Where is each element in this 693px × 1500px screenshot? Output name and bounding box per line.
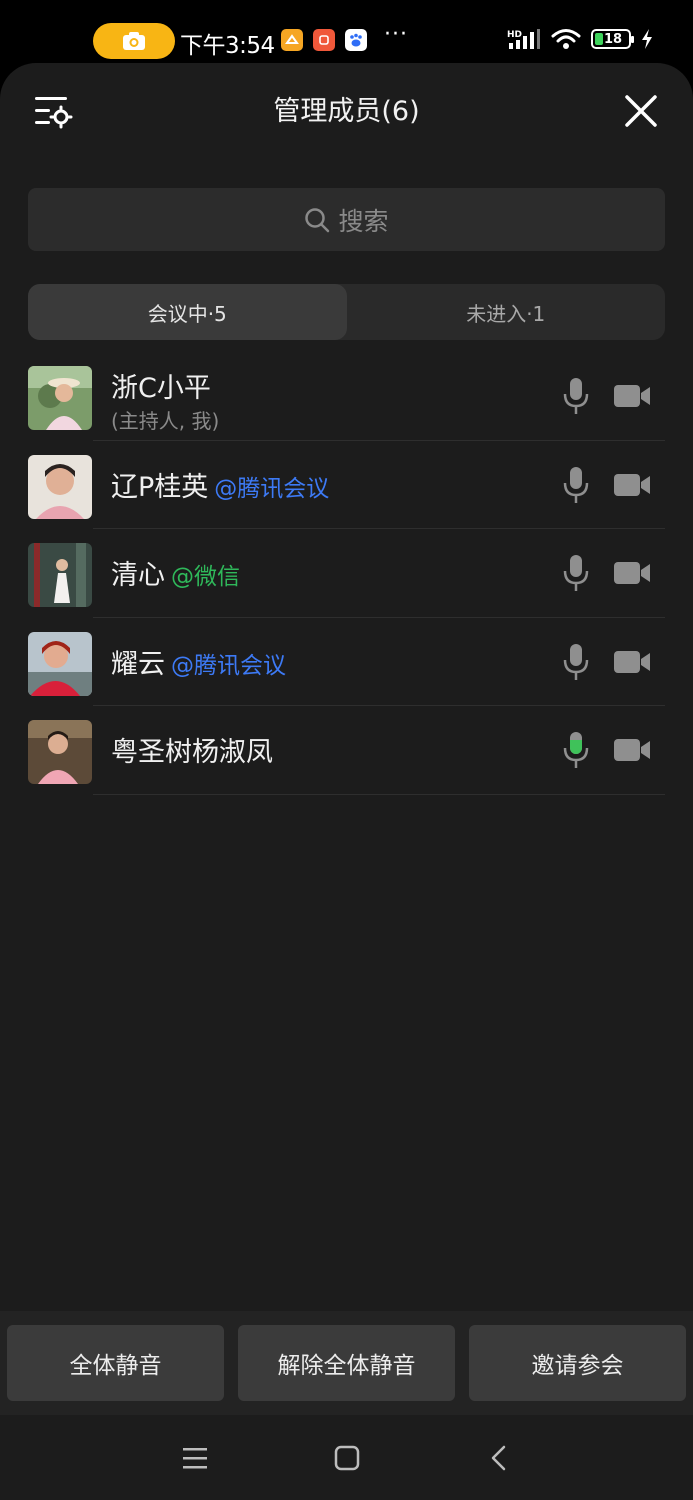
member-name: 清心 [111, 560, 165, 591]
mic-active-icon[interactable] [563, 730, 589, 770]
app-red-icon [313, 29, 335, 51]
avatar [28, 631, 92, 696]
avatar [28, 720, 92, 784]
mic-muted-icon[interactable] [563, 465, 589, 505]
app-orange-icon [281, 29, 303, 51]
search-input[interactable]: 搜索 [28, 188, 665, 251]
clock: 下午3:54 [180, 33, 275, 59]
sheet-header: 管理成员(6) [0, 63, 693, 163]
member-tabs: 会议中·5 未进入·1 [28, 284, 665, 340]
member-name: 粤圣树杨淑凤 [111, 737, 273, 768]
more-notifications-indicator: ··· [384, 22, 408, 47]
action-bar: 全体静音 解除全体静音 邀请参会 [0, 1311, 693, 1415]
search-icon [305, 207, 330, 232]
member-name: 辽P桂英 [111, 471, 209, 503]
list-item[interactable]: 粤圣树杨淑凤 [0, 706, 693, 795]
mute-all-button[interactable]: 全体静音 [7, 1325, 224, 1401]
invite-button[interactable]: 邀请参会 [469, 1325, 686, 1401]
member-name-line: 清心 @微信 [111, 553, 240, 592]
list-item[interactable]: 清心 @微信 [0, 529, 693, 618]
camera-off-icon[interactable] [613, 649, 651, 675]
camera-off-icon[interactable] [613, 472, 651, 498]
back-icon[interactable] [484, 1443, 514, 1473]
manage-members-sheet: 管理成员(6) 搜索 会议中·5 未进入·1 浙C小平 (主持人, 我) 辽P桂… [0, 63, 693, 1500]
menu-icon[interactable] [180, 1443, 210, 1473]
camera-off-icon[interactable] [613, 383, 651, 409]
camera-off-icon[interactable] [613, 560, 651, 586]
member-source: @腾讯会议 [171, 652, 286, 679]
camera-off-icon[interactable] [613, 737, 651, 763]
baidu-icon [345, 29, 367, 51]
status-indicators: HD 18 [507, 28, 653, 50]
wifi-icon [551, 29, 581, 49]
tab-in-meeting[interactable]: 会议中·5 [28, 284, 347, 340]
page-title: 管理成员(6) [273, 96, 420, 127]
member-source: @腾讯会议 [214, 475, 330, 502]
member-name: 浙C小平 [111, 373, 211, 404]
member-source: @微信 [171, 564, 240, 590]
close-icon[interactable] [624, 94, 658, 128]
svg-text:HD: HD [507, 30, 522, 40]
tab-not-joined[interactable]: 未进入·1 [347, 284, 666, 340]
charging-icon [642, 29, 652, 49]
avatar [28, 366, 92, 430]
avatar [28, 543, 92, 607]
list-item[interactable]: 耀云 @腾讯会议 [0, 618, 693, 706]
member-name-line: 耀云 @腾讯会议 [111, 642, 286, 681]
signal-icon: HD [507, 29, 540, 49]
list-item[interactable]: 辽P桂英 @腾讯会议 [0, 441, 693, 529]
battery-level: 18 [604, 31, 623, 47]
battery-icon: 18 [591, 29, 634, 49]
mic-muted-icon[interactable] [563, 553, 589, 593]
avatar [28, 454, 92, 519]
mic-muted-icon[interactable] [563, 376, 589, 416]
unmute-all-button[interactable]: 解除全体静音 [238, 1325, 455, 1401]
mic-muted-icon[interactable] [563, 642, 589, 682]
camera-icon [123, 32, 145, 50]
home-icon[interactable] [332, 1443, 362, 1473]
member-name-line: 辽P桂英 @腾讯会议 [111, 465, 329, 504]
system-nav-bar [0, 1415, 693, 1500]
search-placeholder: 搜索 [338, 206, 389, 236]
member-role: (主持人, 我) [111, 409, 220, 433]
member-name: 耀云 [111, 648, 165, 680]
member-list: 浙C小平 (主持人, 我) 辽P桂英 @腾讯会议 清心 @微信 耀云 @腾讯会议… [0, 352, 693, 795]
list-item[interactable]: 浙C小平 (主持人, 我) [0, 352, 693, 441]
screen-recording-pill[interactable] [93, 23, 175, 59]
